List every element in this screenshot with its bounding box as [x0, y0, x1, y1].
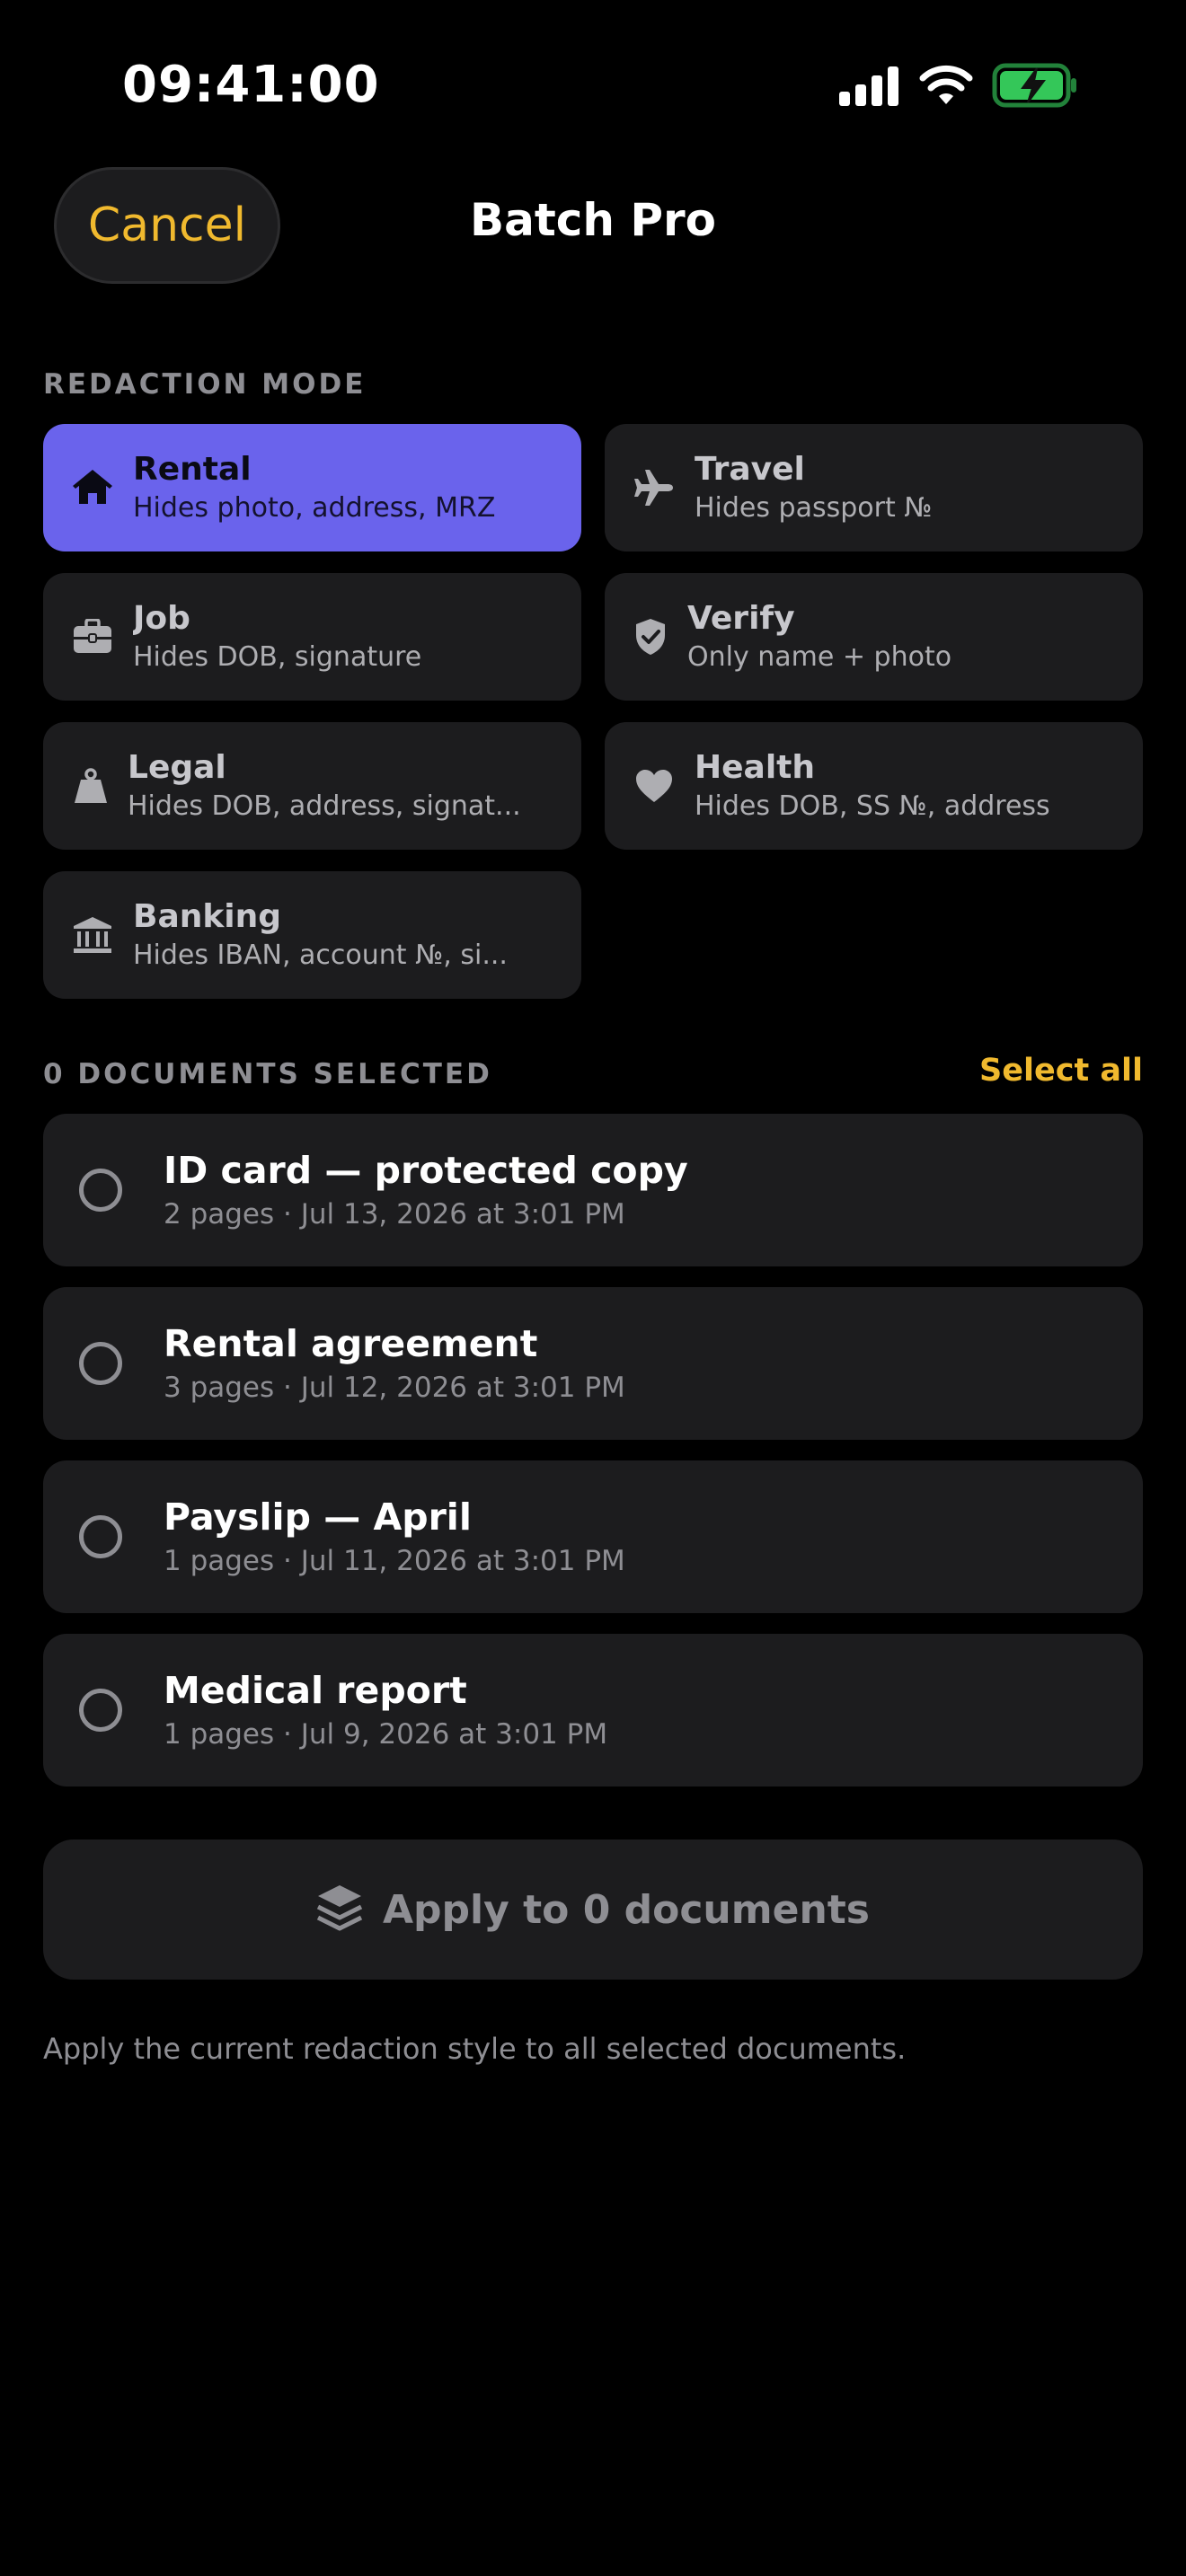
layers-icon [316, 1883, 363, 1936]
mode-name: Travel [695, 451, 805, 488]
mode-tile-travel[interactable]: Travel Hides passport № [605, 424, 1143, 551]
selection-radio[interactable] [79, 1169, 122, 1212]
document-meta: 1 pages · Jul 9, 2026 at 3:01 PM [164, 1718, 608, 1751]
wifi-icon [919, 65, 973, 104]
select-all-button[interactable]: Select all [979, 1053, 1143, 1089]
mode-description: Hides photo, address, MRZ [133, 492, 496, 524]
document-title: Payslip — April [164, 1495, 472, 1539]
mode-description: Hides DOB, SS №, address [695, 790, 1050, 822]
mode-description: Hides passport № [695, 492, 933, 524]
selection-radio[interactable] [79, 1515, 122, 1558]
mode-tile-job[interactable]: Job Hides DOB, signature [43, 573, 581, 701]
document-meta: 2 pages · Jul 13, 2026 at 3:01 PM [164, 1198, 625, 1231]
document-row[interactable]: Payslip — April 1 pages · Jul 11, 2026 a… [43, 1460, 1143, 1613]
house-icon [72, 467, 113, 508]
document-title: ID card — protected copy [164, 1149, 688, 1192]
mode-tile-verify[interactable]: Verify Only name + photo [605, 573, 1143, 701]
mode-name: Rental [133, 451, 252, 488]
document-row[interactable]: Medical report 1 pages · Jul 9, 2026 at … [43, 1634, 1143, 1786]
document-row[interactable]: Rental agreement 3 pages · Jul 12, 2026 … [43, 1287, 1143, 1440]
documents-selected-label: 0 DOCUMENTS SELECTED [43, 1058, 492, 1090]
apply-label: Apply to 0 documents [382, 1886, 870, 1933]
mode-tile-health[interactable]: Health Hides DOB, SS №, address [605, 722, 1143, 850]
weight-icon [70, 765, 111, 807]
apply-footnote: Apply the current redaction style to all… [43, 2032, 907, 2066]
bank-icon [72, 914, 113, 956]
mode-name: Legal [128, 749, 226, 786]
mode-tile-rental[interactable]: Rental Hides photo, address, MRZ [43, 424, 581, 551]
shield-check-icon [630, 616, 671, 657]
briefcase-icon [72, 616, 113, 657]
selection-radio[interactable] [79, 1342, 122, 1385]
mode-description: Hides DOB, signature [133, 641, 422, 673]
page-title: Batch Pro [469, 194, 717, 246]
selection-radio[interactable] [79, 1689, 122, 1732]
mode-name: Banking [133, 898, 282, 935]
mode-tile-legal[interactable]: Legal Hides DOB, address, signat... [43, 722, 581, 850]
mode-name: Health [695, 749, 816, 786]
mode-description: Hides DOB, address, signat... [128, 790, 521, 822]
mode-description: Hides IBAN, account №, si... [133, 940, 508, 971]
document-title: Rental agreement [164, 1322, 538, 1365]
document-meta: 1 pages · Jul 11, 2026 at 3:01 PM [164, 1545, 625, 1577]
mode-description: Only name + photo [687, 641, 952, 673]
redaction-mode-label: REDACTION MODE [43, 368, 367, 401]
mode-name: Job [133, 600, 190, 637]
battery-charging-icon [992, 63, 1076, 108]
status-bar: 09:41:00 [0, 0, 1186, 171]
airplane-icon [633, 467, 675, 508]
document-row[interactable]: ID card — protected copy 2 pages · Jul 1… [43, 1114, 1143, 1266]
document-title: Medical report [164, 1669, 467, 1712]
apply-button[interactable]: Apply to 0 documents [43, 1839, 1143, 1980]
mode-name: Verify [687, 600, 795, 637]
document-meta: 3 pages · Jul 12, 2026 at 3:01 PM [164, 1372, 625, 1404]
mode-tile-banking[interactable]: Banking Hides IBAN, account №, si... [43, 871, 581, 999]
heart-icon [633, 765, 675, 807]
status-time: 09:41:00 [122, 56, 380, 114]
cellular-signal-icon [839, 66, 898, 106]
